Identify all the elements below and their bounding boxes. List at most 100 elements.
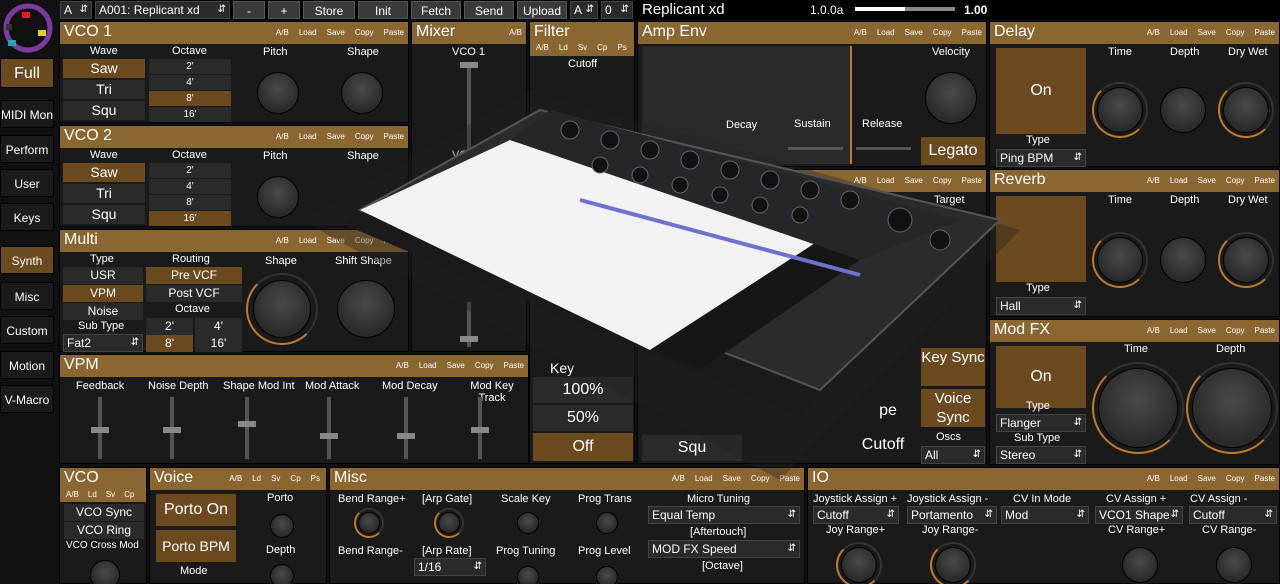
- vco2-pitch-knob[interactable]: [257, 176, 299, 218]
- bend-plus-knob[interactable]: [358, 512, 380, 534]
- ampenv-actions[interactable]: A/B Load Save Copy Paste: [854, 28, 982, 37]
- program-select[interactable]: A001: Replicant xd: [95, 1, 230, 19]
- save-link[interactable]: Save: [905, 28, 923, 37]
- scale-key-knob[interactable]: [517, 512, 539, 534]
- prog-level-knob[interactable]: [596, 566, 618, 584]
- full-button[interactable]: Full: [0, 58, 54, 88]
- multi-oct-16[interactable]: 16': [195, 335, 242, 352]
- ab-link[interactable]: A/B: [276, 28, 289, 37]
- multi-oct-2[interactable]: 2': [146, 318, 193, 335]
- vco2-wave-tri[interactable]: Tri: [63, 184, 145, 203]
- sidebar-item-v-macro[interactable]: V-Macro: [0, 385, 54, 413]
- reverb-depth-knob[interactable]: [1160, 237, 1206, 283]
- copy-link[interactable]: Copy: [933, 28, 952, 37]
- prog-tuning-knob[interactable]: [517, 566, 539, 584]
- bank-select[interactable]: A: [60, 1, 92, 19]
- paste-link[interactable]: Paste: [1255, 28, 1275, 37]
- filter-actions[interactable]: A/B Ld Sv Cp Ps: [536, 43, 627, 52]
- sidebar-item-keys[interactable]: Keys: [0, 203, 54, 231]
- copy-link[interactable]: Copy: [1226, 176, 1245, 185]
- ab-link[interactable]: A/B: [276, 236, 289, 245]
- delay-time-knob[interactable]: [1097, 87, 1143, 133]
- vco2-octave-4[interactable]: 16': [149, 211, 231, 226]
- ab-link[interactable]: A/B: [1147, 176, 1160, 185]
- ab-link[interactable]: A/B: [1147, 474, 1160, 483]
- multi-routing-post[interactable]: Post VCF: [146, 285, 242, 302]
- paste-link[interactable]: Paste: [384, 28, 404, 37]
- delay-drywet-knob[interactable]: [1223, 87, 1269, 133]
- vco1-wave-squ[interactable]: Squ: [63, 101, 145, 120]
- copy-link[interactable]: Copy: [1226, 474, 1245, 483]
- load-link[interactable]: Load: [1170, 474, 1188, 483]
- vco1-pitch-knob[interactable]: [257, 72, 299, 114]
- volume-slider[interactable]: [855, 7, 955, 11]
- load-link[interactable]: Load: [299, 28, 317, 37]
- sidebar-item-synth[interactable]: Synth: [0, 246, 54, 274]
- multi-subtype-select[interactable]: Fat2: [63, 334, 143, 352]
- cvr-plus-knob[interactable]: [1122, 547, 1158, 583]
- load-link[interactable]: Load: [1170, 28, 1188, 37]
- vpm-slider-1[interactable]: [163, 397, 181, 459]
- vco-ring-button[interactable]: VCO Ring: [64, 522, 144, 539]
- ab-link[interactable]: A/B: [1147, 326, 1160, 335]
- load-link[interactable]: Load: [1170, 176, 1188, 185]
- vpm-slider-2[interactable]: [238, 397, 256, 459]
- cvr-minus-knob[interactable]: [1216, 547, 1252, 583]
- ab-link[interactable]: A/B: [854, 28, 867, 37]
- copy-link[interactable]: Copy: [1226, 326, 1245, 335]
- vpm-slider-0[interactable]: [91, 397, 109, 459]
- porto-bpm-button[interactable]: Porto BPM: [156, 530, 236, 562]
- vco-bottom-actions[interactable]: A/B Ld Sv Cp: [66, 490, 134, 499]
- vco1-wave-tri[interactable]: Tri: [63, 80, 145, 99]
- save-link[interactable]: Save: [327, 28, 345, 37]
- upload-button[interactable]: Upload: [517, 1, 567, 19]
- cv-mode-select[interactable]: Mod: [1001, 506, 1089, 524]
- vco2-octave-2[interactable]: 4': [149, 179, 231, 194]
- js-plus-select[interactable]: Cutoff: [813, 506, 899, 524]
- vco1-octave-2[interactable]: 4': [149, 75, 231, 90]
- delay-actions[interactable]: A/B Load Save Copy Paste: [1147, 28, 1275, 37]
- sidebar-item-perform[interactable]: Perform: [0, 135, 54, 163]
- save-link[interactable]: Save: [1198, 326, 1216, 335]
- modfx-time-knob[interactable]: [1098, 368, 1178, 448]
- cv-minus-select[interactable]: Cutoff: [1189, 506, 1277, 524]
- modfx-depth-knob[interactable]: [1192, 368, 1272, 448]
- joy-minus-knob[interactable]: [935, 547, 971, 583]
- ab-link[interactable]: A/B: [1147, 28, 1160, 37]
- reverb-actions[interactable]: A/B Load Save Copy Paste: [1147, 176, 1275, 185]
- paste-link[interactable]: Paste: [1255, 176, 1275, 185]
- sidebar-item-user[interactable]: User: [0, 169, 54, 197]
- bank2-select[interactable]: A: [570, 1, 598, 19]
- multi-routing-pre[interactable]: Pre VCF: [146, 267, 242, 284]
- joy-plus-knob[interactable]: [841, 547, 877, 583]
- vco2-wave-saw[interactable]: Saw: [63, 163, 145, 182]
- modfx-actions[interactable]: A/B Load Save Copy Paste: [1147, 326, 1275, 335]
- vco1-wave-saw[interactable]: Saw: [63, 59, 145, 78]
- voice-porto-knob[interactable]: [270, 514, 294, 538]
- arp-rate-select[interactable]: 1/16: [414, 558, 486, 576]
- vco2-octave-3[interactable]: 8': [149, 195, 231, 210]
- send-button[interactable]: Send: [464, 1, 514, 19]
- save-link[interactable]: Save: [1198, 474, 1216, 483]
- vco2-octave-1[interactable]: 2': [149, 163, 231, 178]
- paste-link[interactable]: Paste: [1255, 326, 1275, 335]
- store-button[interactable]: Store: [303, 1, 355, 19]
- sidebar-item-midi-mon[interactable]: MIDI Mon: [0, 100, 54, 128]
- save-link[interactable]: Save: [1198, 28, 1216, 37]
- mixer-ab[interactable]: A/B: [509, 28, 522, 37]
- vco-cross-knob[interactable]: [90, 560, 120, 584]
- fetch-button[interactable]: Fetch: [411, 1, 461, 19]
- voice-depth-knob[interactable]: [270, 564, 294, 584]
- cv-plus-select[interactable]: VCO1 Shape: [1095, 506, 1183, 524]
- save-link[interactable]: Save: [1198, 176, 1216, 185]
- multi-type-usr[interactable]: USR: [63, 267, 143, 284]
- arp-gate-knob[interactable]: [438, 512, 460, 534]
- num-select[interactable]: 0: [601, 1, 633, 19]
- sidebar-item-misc[interactable]: Misc: [0, 282, 54, 310]
- multi-oct-8[interactable]: 8': [146, 335, 193, 352]
- reverb-drywet-knob[interactable]: [1223, 237, 1269, 283]
- load-link[interactable]: Load: [877, 28, 895, 37]
- multi-oct-4[interactable]: 4': [195, 318, 242, 335]
- vco1-octave-3[interactable]: 8': [149, 91, 231, 106]
- aftertouch-select[interactable]: MOD FX Speed: [648, 540, 800, 558]
